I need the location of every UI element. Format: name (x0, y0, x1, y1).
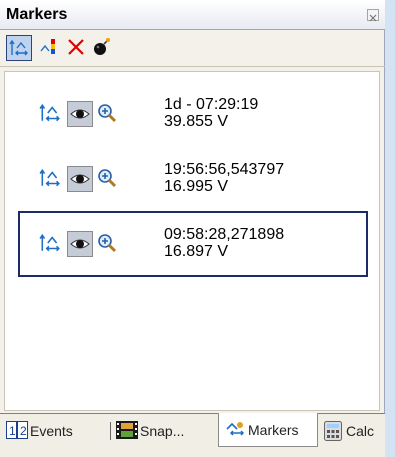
marker-item[interactable]: 19:56:56,543797 16.995 V (18, 146, 368, 212)
marker-info: 1d - 07:29:19 39.855 V (164, 96, 258, 130)
panel-title: Markers (6, 6, 68, 23)
markers-toolbar (0, 31, 385, 67)
marker-time: 09:58:28,271898 (164, 226, 285, 243)
marker-time: 19:56:56,543797 (164, 161, 285, 178)
marker-value: 16.897 V (164, 243, 229, 260)
tab-snapshot-label: Snap... (140, 423, 185, 439)
marker-time: 1d - 07:29:19 (164, 96, 259, 113)
tab-markers-label: Markers (248, 422, 299, 438)
events-12-icon: 1 2 (6, 421, 28, 439)
svg-text:2: 2 (20, 424, 27, 438)
tab-calc[interactable]: Calc (322, 414, 382, 447)
marker-color-icon[interactable] (37, 35, 63, 61)
delete-x-icon[interactable] (64, 35, 90, 61)
calculator-icon (324, 421, 342, 441)
marker-item-selected[interactable]: 09:58:28,271898 16.897 V (18, 211, 368, 277)
tab-divider (110, 422, 111, 440)
tab-snapshot[interactable]: Snap... (114, 414, 216, 447)
markers-list: 1d - 07:29:19 39.855 V 19:56:56,543797 1… (4, 71, 380, 411)
zoom-icon[interactable] (95, 101, 121, 127)
tab-markers[interactable]: Markers (218, 413, 318, 447)
snapshot-film-icon (116, 421, 138, 439)
marker-arrows-icon[interactable] (38, 231, 64, 257)
marker-value: 16.995 V (164, 178, 229, 195)
marker-item[interactable]: 1d - 07:29:19 39.855 V (18, 81, 368, 147)
marker-value: 39.855 V (164, 113, 229, 130)
marker-arrows-icon[interactable] (6, 35, 32, 61)
marker-info: 19:56:56,543797 16.995 V (164, 161, 284, 195)
marker-arrows-icon[interactable] (38, 166, 64, 192)
eye-icon[interactable] (67, 166, 93, 192)
tab-events[interactable]: 1 2 Events (4, 414, 108, 447)
zoom-icon[interactable] (95, 231, 121, 257)
close-icon[interactable] (367, 9, 379, 22)
markers-panel: Markers 1d - 07:29:19 39.855 V 19:56:56,… (0, 0, 385, 457)
tab-events-label: Events (30, 423, 73, 439)
bottom-tab-bar: 1 2 Events Snap... Markers Calc (0, 413, 385, 457)
zoom-icon[interactable] (95, 166, 121, 192)
markers-icon (226, 422, 245, 436)
svg-text:1: 1 (9, 424, 16, 438)
panel-titlebar: Markers (0, 0, 385, 30)
eye-icon[interactable] (67, 231, 93, 257)
marker-arrows-icon[interactable] (38, 101, 64, 127)
bomb-icon[interactable] (90, 35, 116, 61)
tab-calc-label: Calc (346, 423, 375, 439)
eye-icon[interactable] (67, 101, 93, 127)
marker-info: 09:58:28,271898 16.897 V (164, 226, 284, 260)
